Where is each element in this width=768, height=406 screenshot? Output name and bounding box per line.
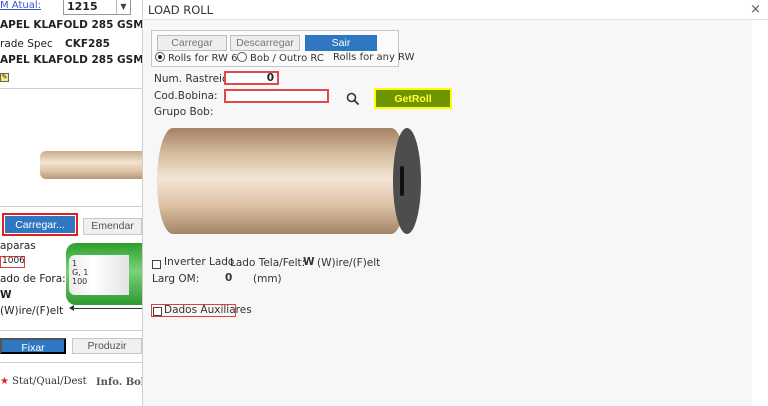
tab-info-bob[interactable]: Info. Bob	[96, 377, 142, 388]
outside-side-value: W	[0, 289, 12, 301]
get-roll-button[interactable]: GetRoll	[374, 88, 452, 109]
radio-icon	[155, 52, 165, 62]
bobina-label: Cod.Bobina:	[154, 90, 218, 102]
radio-any-rw-label: Rolls for any RW	[333, 52, 415, 63]
tab-stat-qual-dest[interactable]: ★ Stat/Qual/Dest	[0, 376, 87, 387]
action-toolbar: Carregar Descarregar Sair Rolls for RW 6…	[151, 30, 414, 67]
fix-position-button[interactable]: Fixar Posição	[0, 338, 66, 370]
load-button[interactable]: Carregar...	[2, 213, 78, 236]
divider	[0, 88, 142, 89]
inverter-label: Inverter Lado	[164, 256, 235, 268]
larg-label: Larg OM:	[152, 273, 200, 285]
star-icon: ★	[0, 376, 9, 387]
outside-side-label: ado de Fora:	[0, 273, 66, 285]
grade-label: rade Spec	[0, 38, 53, 50]
radio-icon	[237, 52, 247, 62]
produce-button[interactable]: Produzir	[72, 338, 142, 354]
roll-info-line: 100	[72, 277, 88, 286]
radio-rw69[interactable]: Rolls for RW 69	[155, 52, 244, 64]
outside-side-hint: (W)ire/(F)elt	[0, 305, 64, 317]
load-button[interactable]: Carregar	[157, 35, 227, 51]
splice-button[interactable]: Emendar	[83, 218, 142, 235]
edit-icon[interactable]: ✎	[0, 73, 9, 82]
roll-position-graphic: 1 G, 1 100	[66, 243, 142, 305]
divider	[0, 206, 142, 207]
aparas-label: aparas	[0, 240, 36, 252]
machine-select[interactable]: 1215 ▼	[63, 0, 131, 15]
load-roll-dialog: LOAD ROLL × Carregar Descarregar Sair Ro…	[142, 0, 768, 406]
paper-name-1: APEL KLAFOLD 285 GSM	[0, 19, 142, 31]
roll-core	[400, 166, 404, 196]
roll-graphic	[40, 151, 142, 179]
lado-hint: (W)ire/(F)elt	[317, 257, 381, 269]
divider	[0, 330, 142, 331]
dados-auxiliares-label: Dados Auxiliares	[164, 304, 252, 316]
grade-value: CKF285	[65, 38, 110, 50]
radio-bob-outro[interactable]: Bob / Outro RC	[237, 52, 324, 64]
inverter-checkbox[interactable]	[152, 260, 161, 269]
lado-label: Lado Tela/Felt:	[230, 257, 306, 269]
tab-stat-label: Stat/Qual/Dest	[12, 376, 87, 387]
roll-info: 1 G, 1 100	[69, 255, 129, 295]
roll-body	[157, 128, 407, 234]
dialog-header: LOAD ROLL ×	[143, 0, 768, 20]
machine-select-value: 1215	[67, 0, 98, 13]
unload-button[interactable]: Descarregar	[230, 35, 300, 51]
roll-graphic	[157, 128, 421, 234]
paper-name-2: APEL KLAFOLD 285 GSM	[0, 54, 142, 66]
roll-end	[393, 128, 421, 234]
app-root: M Atual: 1215 ▼ APEL KLAFOLD 285 GSM rad…	[0, 0, 768, 406]
bobina-input[interactable]	[224, 89, 329, 103]
radio-any-rw[interactable]: Rolls for any RW	[333, 52, 414, 63]
roll-info-line: 1	[72, 259, 78, 268]
rastreio-input[interactable]: 0	[224, 71, 279, 85]
exit-button[interactable]: Sair	[305, 35, 377, 51]
radio-rw69-label: Rolls for RW 69	[168, 53, 244, 64]
dados-auxiliares-checkbox[interactable]	[153, 307, 162, 316]
arrow-left-icon	[69, 305, 142, 311]
radio-bob-outro-label: Bob / Outro RC	[250, 53, 324, 64]
machine-link[interactable]: M Atual:	[0, 0, 41, 11]
divider	[0, 362, 142, 363]
grupo-label: Grupo Bob:	[154, 106, 214, 118]
search-icon[interactable]	[346, 92, 360, 106]
rastreio-label: Num. Rastreio:	[154, 73, 232, 85]
roll-info-line: G, 1	[72, 268, 89, 277]
aparas-field[interactable]: 1006	[0, 256, 25, 268]
lado-value: W	[303, 256, 315, 268]
close-icon[interactable]: ×	[750, 2, 761, 17]
larg-unit: (mm)	[253, 273, 282, 285]
scrollbar[interactable]	[752, 20, 768, 406]
chevron-down-icon[interactable]: ▼	[116, 0, 130, 14]
larg-value: 0	[225, 272, 233, 284]
background-panel: M Atual: 1215 ▼ APEL KLAFOLD 285 GSM rad…	[0, 0, 142, 406]
dialog-title: LOAD ROLL	[148, 3, 214, 17]
